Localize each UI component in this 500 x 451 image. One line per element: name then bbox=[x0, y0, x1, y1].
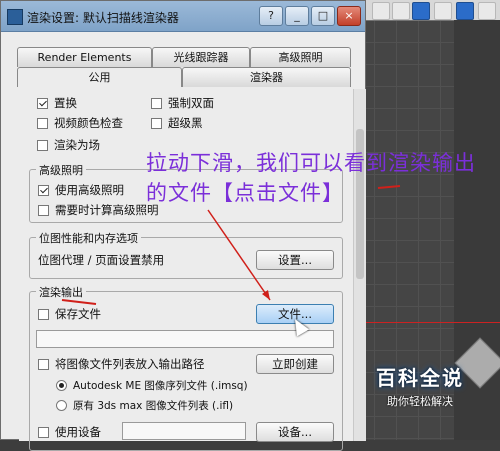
tab-row-2: 公用 渲染器 bbox=[17, 67, 351, 87]
super-black-label: 超级黑 bbox=[168, 116, 203, 130]
use-advanced-lighting-option[interactable]: 使用高级照明 bbox=[38, 182, 124, 198]
use-device-option[interactable]: 使用设备 bbox=[38, 424, 101, 440]
minimize-button[interactable]: _ bbox=[285, 6, 309, 26]
compute-advanced-lighting-checkbox[interactable] bbox=[38, 205, 49, 216]
bitmap-performance-group: 位图性能和内存选项 位图代理 / 页面设置禁用 设置... bbox=[29, 230, 343, 279]
save-file-checkbox[interactable] bbox=[38, 309, 49, 320]
bitmap-setup-button[interactable]: 设置... bbox=[256, 250, 334, 270]
super-black-option[interactable]: 超级黑 bbox=[151, 115, 203, 131]
tutorial-annotation: 拉动下滑，我们可以看到渲染输出的文件【点击文件】 bbox=[146, 151, 476, 205]
ifl-radio[interactable] bbox=[56, 400, 67, 411]
tab-raytracer[interactable]: 光线跟踪器 bbox=[152, 47, 250, 67]
video-color-check-label: 视频颜色检查 bbox=[54, 116, 123, 130]
video-color-check-checkbox[interactable] bbox=[37, 118, 48, 129]
bitmap-performance-title: 位图性能和内存选项 bbox=[36, 230, 141, 246]
ifl-label: 原有 3ds max 图像文件列表 (.ifl) bbox=[73, 400, 234, 412]
imsq-label: Autodesk ME 图像序列文件 (.imsq) bbox=[73, 380, 248, 392]
imsq-radio[interactable] bbox=[56, 380, 67, 391]
compute-advanced-lighting-option[interactable]: 需要时计算高级照明 bbox=[38, 202, 159, 218]
use-advanced-lighting-label: 使用高级照明 bbox=[55, 183, 124, 197]
render-setup-dialog: 渲染设置: 默认扫描线渲染器 ? _ □ × Render Elements 光… bbox=[0, 0, 366, 451]
use-device-checkbox[interactable] bbox=[38, 427, 49, 438]
render-output-group: 渲染输出 保存文件 文件... 将图像文件列表放入输出路径 立即创建 Autod… bbox=[29, 284, 343, 451]
watermark-logo: 百科全说 助你轻松解决 bbox=[360, 362, 480, 410]
tab-common[interactable]: 公用 bbox=[17, 67, 182, 87]
watermark-main: 百科全说 bbox=[376, 366, 464, 390]
render-output-title: 渲染输出 bbox=[36, 284, 86, 300]
bitmap-proxy-status: 位图代理 / 页面设置禁用 bbox=[38, 253, 165, 267]
dialog-titlebar[interactable]: 渲染设置: 默认扫描线渲染器 ? _ □ × bbox=[1, 1, 365, 32]
force-2sided-option[interactable]: 强制双面 bbox=[151, 95, 214, 111]
imsq-option[interactable]: Autodesk ME 图像序列文件 (.imsq) bbox=[56, 378, 248, 393]
common-panel: 置换 强制双面 视频颜色检查 超级黑 渲染为场 高级照明 使用高级照明 需要时计… bbox=[19, 89, 353, 451]
displacement-label: 置换 bbox=[54, 96, 77, 110]
render-to-fields-label: 渲染为场 bbox=[54, 138, 100, 152]
toolbar-icon[interactable] bbox=[456, 2, 474, 20]
displacement-option[interactable]: 置换 bbox=[37, 95, 77, 111]
video-color-check-option[interactable]: 视频颜色检查 bbox=[37, 115, 123, 131]
help-button[interactable]: ? bbox=[259, 6, 283, 26]
maximize-button[interactable]: □ bbox=[311, 6, 335, 26]
toolbar-icon[interactable] bbox=[372, 2, 390, 20]
dialog-title: 渲染设置: 默认扫描线渲染器 bbox=[27, 11, 179, 25]
save-file-label: 保存文件 bbox=[55, 307, 101, 321]
tab-renderer[interactable]: 渲染器 bbox=[182, 67, 351, 87]
toolbar-icon[interactable] bbox=[412, 2, 430, 20]
toolbar-icon[interactable] bbox=[478, 2, 496, 20]
put-image-list-option[interactable]: 将图像文件列表放入输出路径 bbox=[38, 356, 205, 372]
tab-advanced-lighting[interactable]: 高级照明 bbox=[250, 47, 351, 67]
app-icon bbox=[7, 9, 23, 25]
force-2sided-checkbox[interactable] bbox=[151, 98, 162, 109]
output-path-field[interactable] bbox=[36, 330, 334, 348]
use-device-label: 使用设备 bbox=[55, 425, 101, 439]
force-2sided-label: 强制双面 bbox=[168, 96, 214, 110]
advanced-lighting-title: 高级照明 bbox=[36, 162, 86, 178]
toolbar-icon[interactable] bbox=[434, 2, 452, 20]
toolbar-icon[interactable] bbox=[392, 2, 410, 20]
tab-render-elements[interactable]: Render Elements bbox=[17, 47, 152, 67]
put-image-list-checkbox[interactable] bbox=[38, 359, 49, 370]
compute-advanced-lighting-label: 需要时计算高级照明 bbox=[55, 203, 159, 217]
devices-button[interactable]: 设备... bbox=[256, 422, 334, 442]
displacement-checkbox[interactable] bbox=[37, 98, 48, 109]
render-to-fields-checkbox[interactable] bbox=[37, 140, 48, 151]
super-black-checkbox[interactable] bbox=[151, 118, 162, 129]
save-file-option[interactable]: 保存文件 bbox=[38, 306, 101, 322]
watermark-sub: 助你轻松解决 bbox=[387, 395, 453, 408]
viewport-red-line bbox=[366, 322, 500, 323]
put-image-list-label: 将图像文件列表放入输出路径 bbox=[55, 357, 205, 371]
device-field[interactable] bbox=[122, 422, 246, 440]
create-now-button[interactable]: 立即创建 bbox=[256, 354, 334, 374]
tab-row-1: Render Elements 光线跟踪器 高级照明 bbox=[17, 47, 351, 67]
render-to-fields-option[interactable]: 渲染为场 bbox=[37, 137, 100, 153]
ifl-option[interactable]: 原有 3ds max 图像文件列表 (.ifl) bbox=[56, 398, 233, 413]
close-button[interactable]: × bbox=[337, 6, 361, 26]
use-advanced-lighting-checkbox[interactable] bbox=[38, 185, 49, 196]
